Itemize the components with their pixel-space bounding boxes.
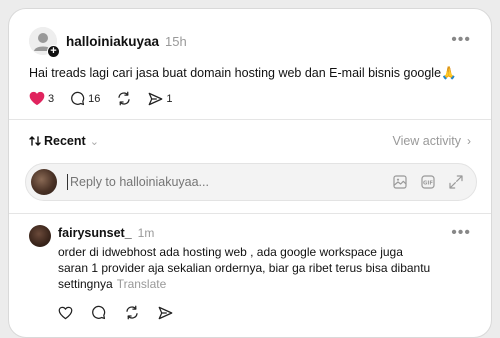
avatar[interactable]: + — [29, 27, 60, 58]
comment-count: 16 — [88, 92, 101, 105]
heart-icon — [58, 306, 73, 319]
reply-tools: GIF — [380, 174, 464, 190]
like-button[interactable] — [58, 306, 73, 320]
comment-avatar[interactable] — [29, 225, 51, 247]
comment-icon — [92, 305, 106, 320]
translate-link[interactable]: Translate — [117, 277, 167, 291]
post-username[interactable]: halloiniakuyaa — [66, 34, 159, 49]
reply-bar: GIF — [25, 163, 477, 201]
thread-card: + halloiniakuyaa 15h ••• Hai treads lagi… — [8, 8, 492, 338]
post-more-icon[interactable]: ••• — [451, 31, 471, 49]
post-text: Hai treads lagi cari jasa buat domain ho… — [29, 66, 457, 81]
comment-icon — [71, 91, 85, 106]
sort-arrows-icon — [29, 136, 41, 146]
send-icon — [149, 92, 163, 105]
repost-button[interactable] — [116, 91, 132, 106]
post-body: Hai treads lagi cari jasa buat domain ho… — [29, 66, 442, 80]
chevron-down-icon: ⌄ — [89, 135, 99, 148]
comment-time: 1m — [137, 226, 155, 240]
comment-line: settingnya Translate — [58, 276, 458, 292]
pray-emoji: 🙏 — [441, 66, 457, 80]
my-avatar — [31, 169, 57, 195]
comment-username[interactable]: fairysunset_ — [58, 226, 132, 240]
view-activity-link[interactable]: View activity › — [392, 134, 471, 148]
sort-dropdown[interactable]: Recent ⌄ — [29, 134, 99, 148]
expand-icon[interactable] — [448, 174, 464, 190]
sort-label: Recent — [44, 134, 86, 148]
repost-button[interactable] — [124, 305, 140, 320]
post-actions: 3 16 1 — [29, 91, 189, 106]
comment-line-text: settingnya — [58, 277, 113, 291]
comment-more-icon[interactable]: ••• — [451, 224, 471, 242]
comment-actions — [58, 305, 191, 320]
comment-button[interactable] — [91, 305, 106, 320]
comment-line: order di idwebhost ada hosting web , ada… — [58, 245, 403, 259]
divider — [9, 119, 491, 120]
follow-plus-icon[interactable]: + — [47, 45, 60, 58]
chevron-right-icon: › — [467, 134, 471, 148]
image-icon[interactable] — [392, 174, 408, 190]
share-button[interactable] — [158, 306, 173, 320]
send-icon — [158, 306, 173, 319]
comment-button[interactable]: 16 — [70, 91, 100, 106]
sort-row: Recent ⌄ View activity › — [29, 134, 471, 148]
heart-filled-icon — [29, 91, 45, 106]
svg-text:GIF: GIF — [423, 180, 433, 186]
post-time: 15h — [165, 33, 187, 49]
divider — [9, 213, 491, 214]
comment-line: saran 1 provider aja sekalian ordernya, … — [58, 261, 431, 275]
repost-icon — [126, 305, 138, 320]
reply-input[interactable] — [67, 174, 380, 190]
comment-header: fairysunset_ 1m — [58, 226, 154, 240]
share-count: 1 — [166, 92, 173, 105]
share-button[interactable]: 1 — [148, 92, 173, 106]
like-button[interactable]: 3 — [29, 91, 54, 106]
gif-icon[interactable]: GIF — [420, 174, 436, 190]
like-count: 3 — [48, 92, 55, 105]
view-activity-label: View activity — [392, 134, 461, 148]
repost-icon — [118, 91, 130, 106]
post-header: + halloiniakuyaa 15h — [29, 27, 187, 58]
comment-text: order di idwebhost ada hosting web , ada… — [58, 244, 458, 292]
